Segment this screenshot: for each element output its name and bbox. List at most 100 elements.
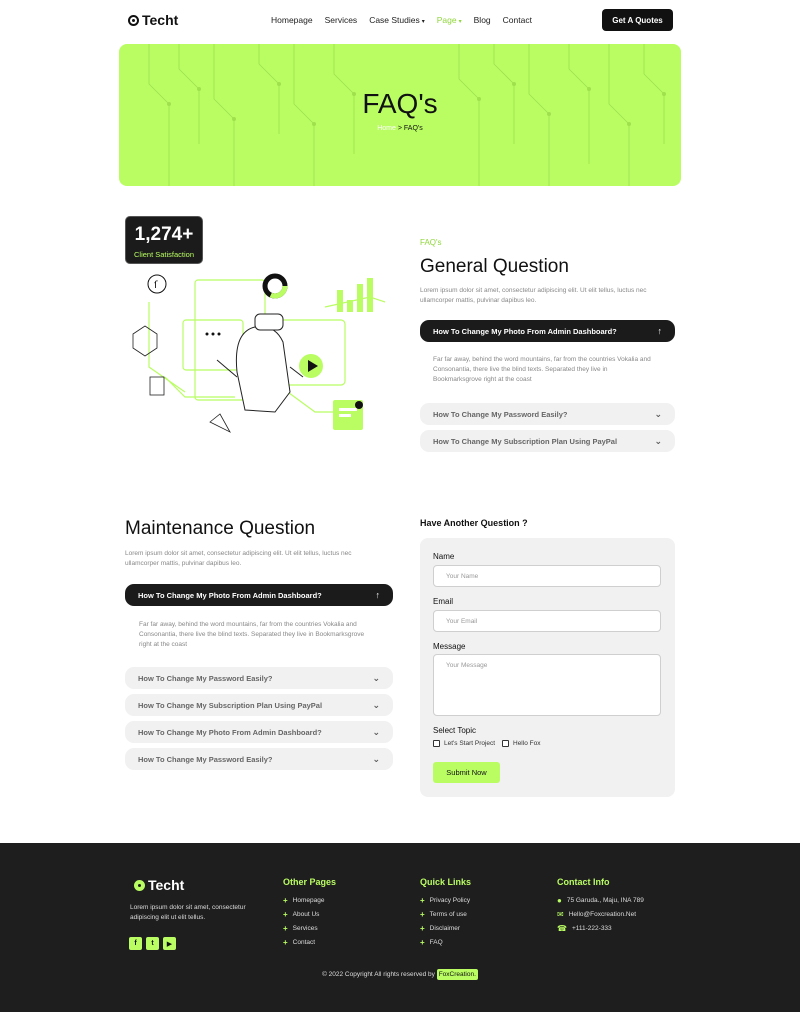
footer-link-disclaimer[interactable]: + Disclaimer xyxy=(420,924,460,933)
faq-question: How To Change My Password Easily? xyxy=(433,409,568,419)
svg-text:ſ: ſ xyxy=(154,280,158,291)
contact-info-title: Contact Info xyxy=(557,877,610,887)
top-navbar: Techt Homepage Services Case Studies ▾ Pa… xyxy=(0,0,800,40)
nav-item-page[interactable]: Page ▾ xyxy=(437,15,462,25)
caret-down-icon: ▾ xyxy=(421,19,425,25)
stat-value: 1,274+ xyxy=(134,224,194,245)
mail-icon: ✉ xyxy=(557,910,564,919)
submit-button[interactable]: Submit Now xyxy=(433,762,500,783)
client-satisfaction-badge: 1,274+ Client Satisfaction xyxy=(125,216,203,264)
message-label: Message xyxy=(433,642,466,651)
footer-link-faq[interactable]: + FAQ xyxy=(420,938,443,947)
faq-question: How To Change My Password Easily? xyxy=(138,673,273,683)
plus-icon: + xyxy=(283,924,288,933)
facebook-icon[interactable]: f xyxy=(129,937,142,950)
logo[interactable]: Techt xyxy=(128,12,178,28)
chevron-down-icon: ⌄ xyxy=(372,699,380,710)
social-links: f t ▶ xyxy=(129,937,176,950)
logo-icon xyxy=(134,879,145,891)
other-pages-title: Other Pages xyxy=(283,877,337,887)
faq-item[interactable]: How To Change My Password Easily? ⌄ xyxy=(125,748,393,770)
chevron-down-icon: ⌄ xyxy=(372,726,380,737)
topic-checkbox-hello[interactable]: Hello Fox xyxy=(502,740,540,747)
phone-icon: ☎ xyxy=(557,924,567,933)
brand-link[interactable]: FoxCreation. xyxy=(436,969,478,980)
page-title: FAQ's xyxy=(362,88,438,119)
plus-icon: + xyxy=(283,896,288,905)
breadcrumb-home-link[interactable]: Home xyxy=(377,125,396,132)
faq-question: How To Change My Photo From Admin Dashbo… xyxy=(433,326,617,336)
faq-item[interactable]: How To Change My Photo From Admin Dashbo… xyxy=(125,721,393,743)
faq-item[interactable]: How To Change My Subscription Plan Using… xyxy=(125,694,393,716)
arrow-up-icon: ↑ xyxy=(375,590,381,600)
nav-item-homepage[interactable]: Homepage xyxy=(271,15,313,25)
get-quotes-button[interactable]: Get A Quotes xyxy=(602,9,673,31)
main-menu: Homepage Services Case Studies ▾ Page ▾ Bl… xyxy=(271,15,532,25)
chevron-down-icon: ⌄ xyxy=(372,672,380,683)
footer-link-about[interactable]: + About Us xyxy=(283,910,319,919)
quick-links-title: Quick Links xyxy=(420,877,472,887)
form-heading: Have Another Question ? xyxy=(420,518,528,528)
contact-address: ● 75 Garuda., Maju, INA 789 xyxy=(557,896,644,905)
faq-item-open[interactable]: How To Change My Photo From Admin Dashbo… xyxy=(420,320,675,342)
footer-link-privacy[interactable]: + Privacy Policy xyxy=(420,896,470,905)
faq-answer: Far far away, behind the word mountains,… xyxy=(433,356,651,383)
nav-item-services[interactable]: Services xyxy=(325,15,358,25)
caret-down-icon: ▾ xyxy=(458,19,462,25)
faq-answer: Far far away, behind the word mountains,… xyxy=(139,621,365,648)
email-label: Email xyxy=(433,597,454,606)
plus-icon: + xyxy=(420,938,425,947)
faq-question: How To Change My Subscription Plan Using… xyxy=(433,436,618,446)
faq-question: How To Change My Photo From Admin Dashbo… xyxy=(138,590,322,600)
maintenance-intro-text: Lorem ipsum dolor sit amet, consectetur … xyxy=(125,550,352,567)
footer-about: Lorem ipsum dolor sit amet, consectetur … xyxy=(130,904,246,921)
checkbox-icon[interactable] xyxy=(433,740,440,747)
chevron-down-icon: ⌄ xyxy=(654,435,662,446)
footer-logo[interactable]: Techt xyxy=(134,877,184,893)
plus-icon: + xyxy=(420,924,425,933)
faq-question: How To Change My Subscription Plan Using… xyxy=(138,700,323,710)
nav-item-contact[interactable]: Contact xyxy=(503,15,532,25)
contact-email[interactable]: ✉ Hello@Foxcreation.Net xyxy=(557,910,636,919)
message-field[interactable]: Your Message xyxy=(433,654,661,716)
nav-item-case-studies[interactable]: Case Studies ▾ xyxy=(369,15,425,25)
footer-link-homepage[interactable]: + Homepage xyxy=(283,896,324,905)
topic-checkbox-project[interactable]: Let's Start Project xyxy=(433,740,495,747)
plus-icon: + xyxy=(283,910,288,919)
map-pin-icon: ● xyxy=(557,896,562,905)
footer-link-services[interactable]: + Services xyxy=(283,924,318,933)
faq-item[interactable]: How To Change My Subscription Plan Using… xyxy=(420,430,675,452)
name-field[interactable]: Your Name xyxy=(433,565,661,587)
page-hero-banner: FAQ's Home > FAQ's xyxy=(119,44,681,186)
email-field[interactable]: Your Email xyxy=(433,610,661,632)
breadcrumb: Home > FAQ's xyxy=(119,125,681,132)
faq-item[interactable]: How To Change My Password Easily? ⌄ xyxy=(420,403,675,425)
logo-text: Techt xyxy=(142,12,179,28)
twitter-icon[interactable]: t xyxy=(146,937,159,950)
topic-label: Select Topic xyxy=(433,726,476,735)
copyright: © 2022 Copyright All rights reserved by … xyxy=(322,969,478,980)
youtube-icon[interactable]: ▶ xyxy=(163,937,176,950)
checkbox-icon[interactable] xyxy=(502,740,509,747)
footer-link-contact[interactable]: + Contact xyxy=(283,938,315,947)
plus-icon: + xyxy=(420,896,425,905)
arrow-up-icon: ↑ xyxy=(657,326,663,336)
footer-link-terms[interactable]: + Terms of use xyxy=(420,910,467,919)
vr-illustration: ſ xyxy=(132,273,386,433)
faq-question: How To Change My Password Easily? xyxy=(138,754,273,764)
faq-item-open[interactable]: How To Change My Photo From Admin Dashbo… xyxy=(125,584,393,606)
maintenance-question-heading: Maintenance Question xyxy=(125,518,316,539)
chevron-down-icon: ⌄ xyxy=(372,753,380,764)
section-eyebrow: FAQ's xyxy=(420,238,442,247)
general-intro-text: Lorem ipsum dolor sit amet, consectetur … xyxy=(420,287,647,304)
site-footer xyxy=(0,843,800,1012)
name-label: Name xyxy=(433,552,455,561)
chevron-down-icon: ⌄ xyxy=(654,408,662,419)
faq-item[interactable]: How To Change My Password Easily? ⌄ xyxy=(125,667,393,689)
logo-icon xyxy=(128,14,139,26)
nav-item-blog[interactable]: Blog xyxy=(474,15,491,25)
plus-icon: + xyxy=(283,938,288,947)
general-question-heading: General Question xyxy=(420,256,569,277)
contact-phone[interactable]: ☎ +111-222-333 xyxy=(557,924,612,933)
faq-question: How To Change My Photo From Admin Dashbo… xyxy=(138,727,322,737)
